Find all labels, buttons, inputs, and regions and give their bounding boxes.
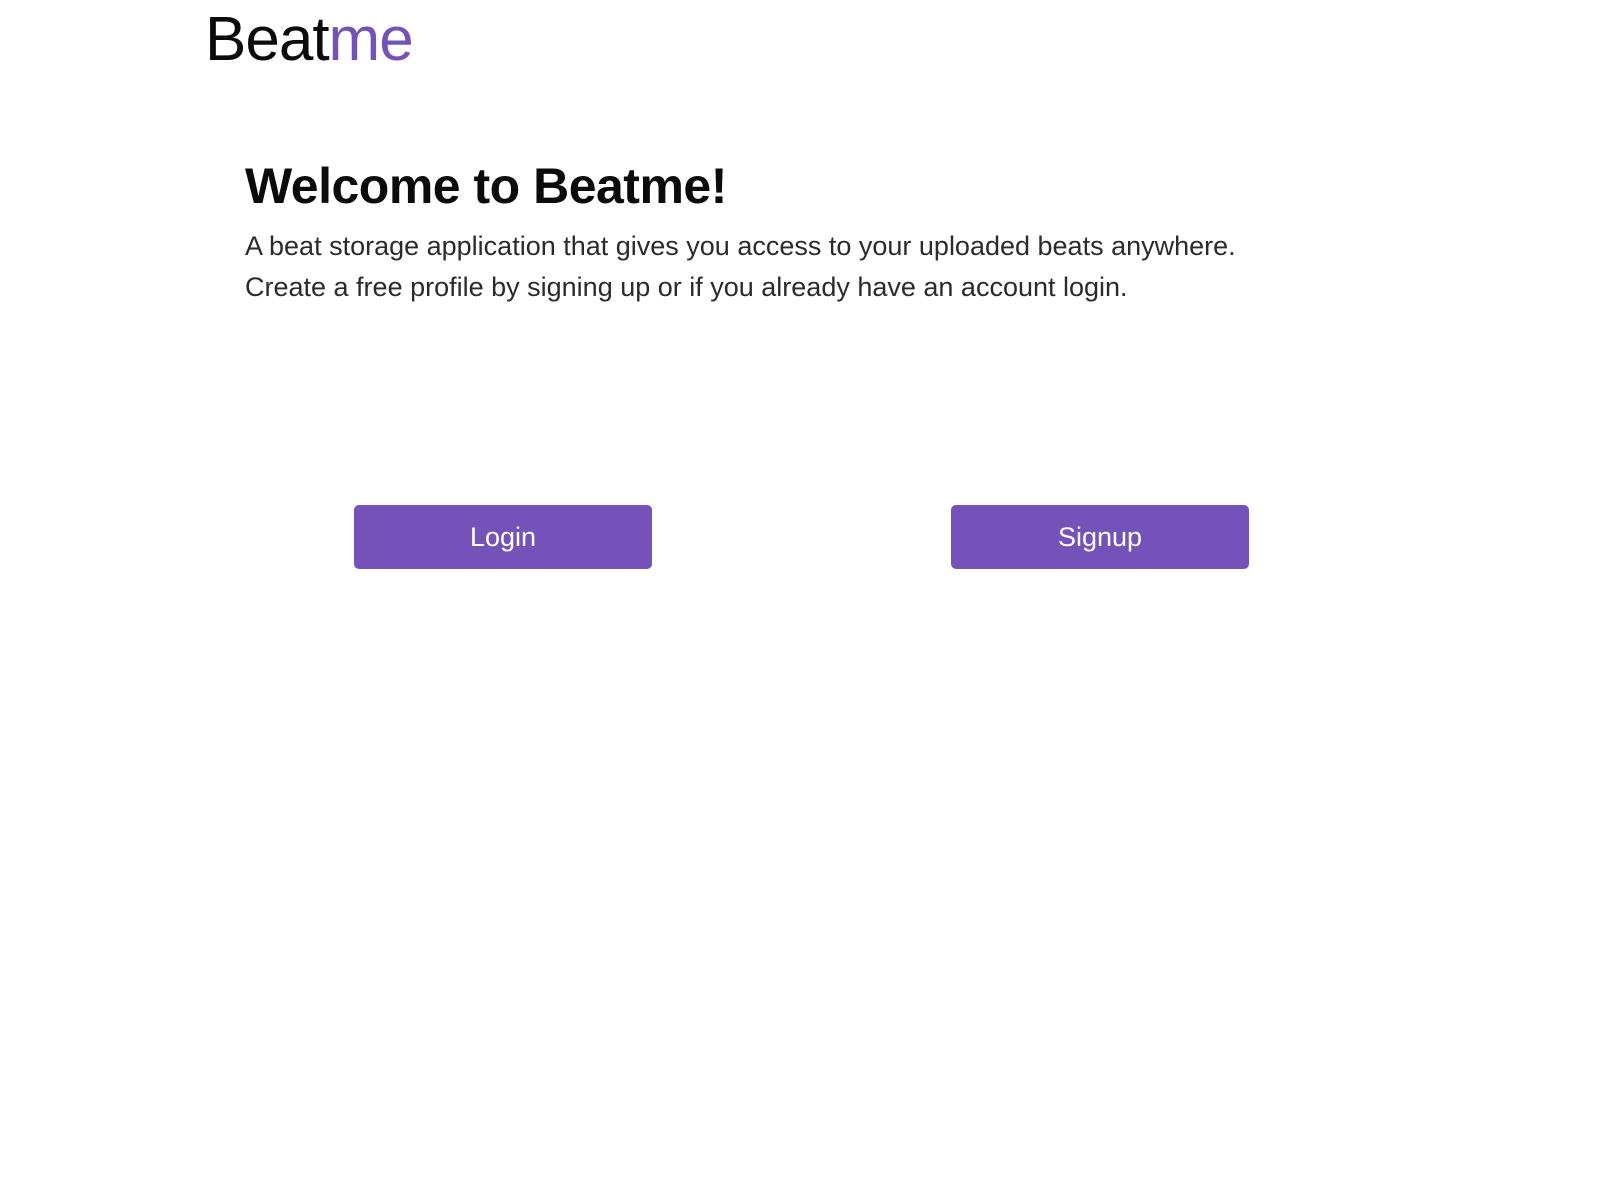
page-title: Welcome to Beatme! [245, 158, 727, 214]
description-line-1: A beat storage application that gives yo… [245, 231, 1236, 261]
signup-button[interactable]: Signup [951, 505, 1249, 569]
welcome-section: Welcome to Beatme! A beat storage applic… [245, 156, 1345, 308]
login-button[interactable]: Login [354, 505, 652, 569]
description-line-2: Create a free profile by signing up or i… [245, 272, 1128, 302]
landing-page: Beatme Welcome to Beatme! A beat storage… [0, 0, 1600, 1200]
brand-logo-accent: me [328, 5, 414, 74]
brand-logo-primary: Beat [205, 5, 330, 74]
brand-logo[interactable]: Beatme [205, 4, 414, 76]
